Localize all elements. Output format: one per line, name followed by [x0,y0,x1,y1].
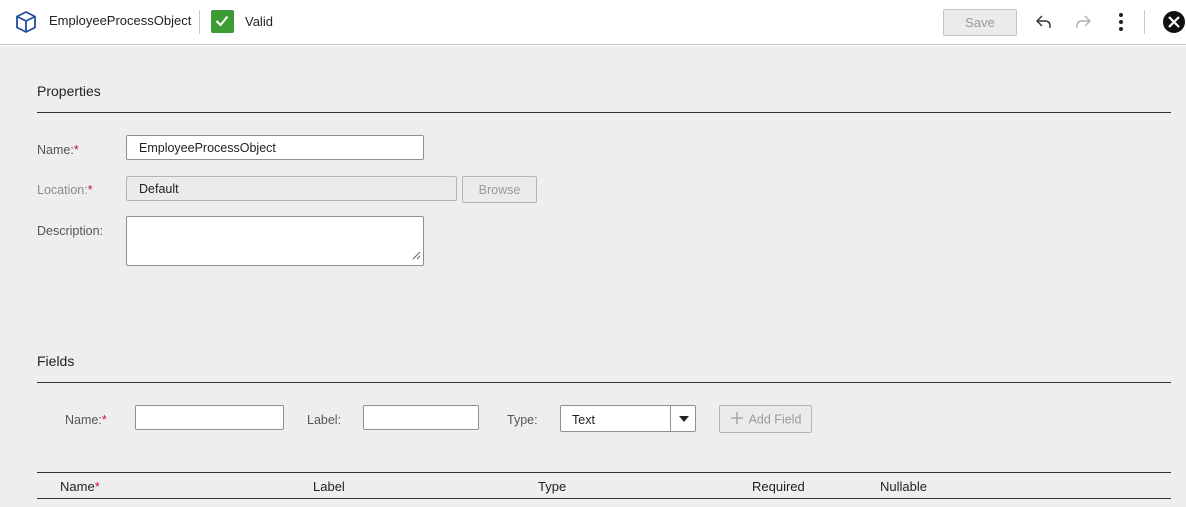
properties-heading: Properties [37,83,101,99]
field-name-input[interactable] [135,405,284,430]
field-label-input[interactable] [363,405,479,430]
column-header-nullable[interactable]: Nullable [880,479,927,494]
table-top-border [37,472,1171,473]
field-label-label: Label: [307,413,342,427]
chevron-down-icon[interactable] [670,406,695,431]
header-toolbar: EmployeeProcessObject Valid Save [0,0,1186,45]
field-name-label: Name:* [65,413,107,427]
plus-icon [730,411,744,428]
location-label: Location:* [37,183,93,197]
resize-grip-icon[interactable] [411,248,421,263]
redo-icon[interactable] [1073,12,1093,32]
column-header-label[interactable]: Label [313,479,345,494]
section-divider [37,112,1171,113]
name-field[interactable] [126,135,424,160]
name-label: Name:* [37,143,79,157]
add-field-label: Add Field [748,412,802,426]
object-title: EmployeeProcessObject [49,13,192,28]
column-header-type[interactable]: Type [538,479,566,494]
add-field-button[interactable]: Add Field [719,405,812,433]
validation-status: Valid [245,14,273,29]
header-divider [1144,10,1145,34]
table-header-border [37,498,1171,499]
section-divider [37,382,1171,383]
save-button[interactable]: Save [943,9,1017,36]
description-field[interactable] [126,216,424,266]
field-type-value: Text [572,413,595,427]
column-header-name[interactable]: Name* [60,479,100,494]
location-field [126,176,457,201]
check-icon [211,10,234,33]
close-icon[interactable] [1163,11,1185,33]
field-type-select[interactable]: Text [560,405,696,432]
content-background [0,46,1186,507]
undo-icon[interactable] [1034,12,1054,32]
browse-button[interactable]: Browse [462,176,537,203]
fields-heading: Fields [37,353,75,369]
process-object-icon [14,10,38,34]
field-type-label: Type: [507,413,538,427]
column-header-required[interactable]: Required [752,479,805,494]
description-label: Description: [37,224,103,238]
more-vertical-icon[interactable] [1111,12,1131,32]
header-divider [199,10,200,34]
